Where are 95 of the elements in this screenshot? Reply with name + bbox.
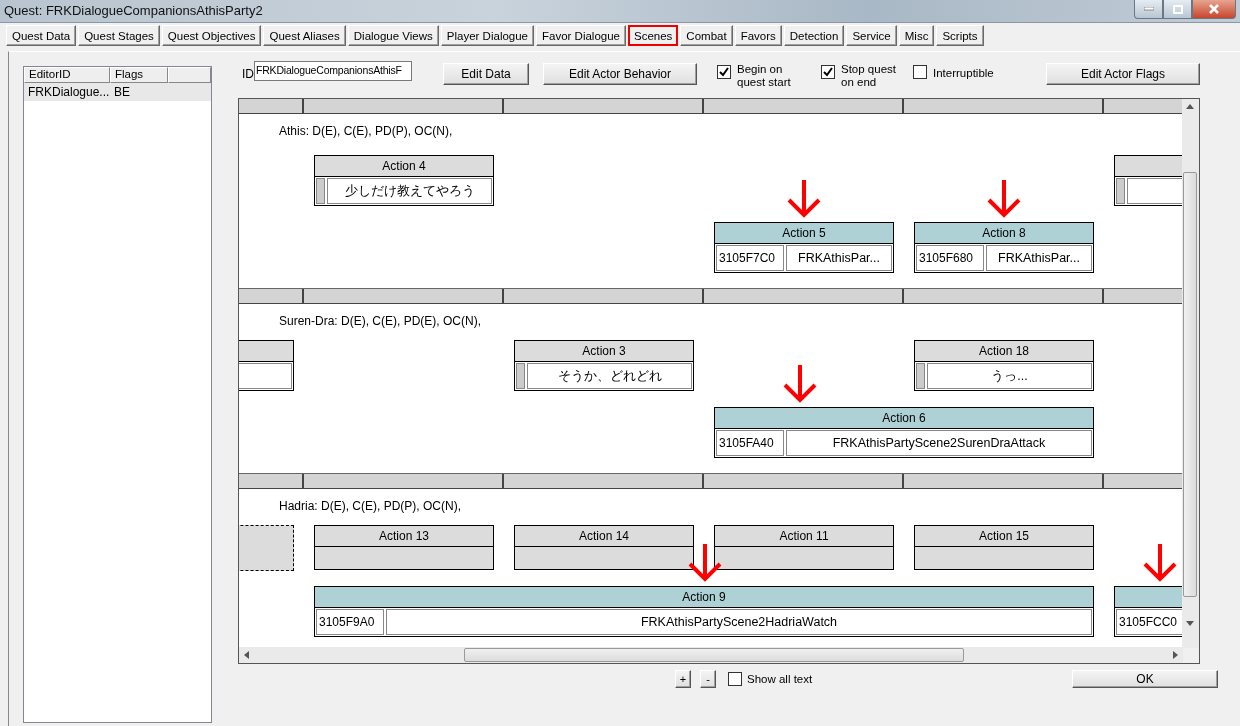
actor-label: Athis: D(E), C(E), PD(P), OC(N), (279, 124, 453, 138)
close-button[interactable] (1192, 0, 1236, 19)
checkbox[interactable] (728, 672, 742, 686)
action-block[interactable]: Action 6 3105FA40 FRKAthisPartyScene2SurenDraAttack (714, 407, 1094, 458)
tab[interactable]: Favor Dialogue (536, 25, 626, 46)
action-block[interactable]: Action 5 3105F7C0 FRKAthisPar... (714, 222, 894, 273)
id-field[interactable]: FRKDialogueCompanionsAthisF (254, 61, 412, 81)
action-block[interactable]: Action 9 3105F9A0 FRKAthisPartyScene2HadriaWatch (314, 586, 1094, 637)
drag-handle[interactable] (316, 178, 325, 204)
package-name: FRKAthisPar... (986, 245, 1092, 271)
down-arrow (1142, 542, 1178, 582)
edit-button[interactable]: Edit Data (443, 63, 529, 85)
action-block[interactable]: Action 13 (314, 525, 494, 570)
action-header: Action 9 (315, 587, 1093, 608)
form-id: 3105FCC0 (1116, 609, 1183, 635)
action-header: Action 6 (715, 408, 1093, 429)
tab[interactable]: Service (846, 25, 897, 46)
tab[interactable]: Quest Objectives (161, 25, 262, 46)
drag-handle[interactable] (916, 363, 925, 389)
down-arrow (986, 178, 1022, 218)
scroll-left-icon[interactable] (244, 651, 249, 659)
vertical-scrollbar[interactable] (1182, 99, 1199, 648)
maximize-button[interactable] (1163, 0, 1192, 19)
horizontal-scrollbar[interactable] (239, 647, 1183, 663)
action-header: Action 3 (515, 341, 693, 362)
action-header: Action 14 (515, 526, 693, 547)
action-header: Action 4 (315, 156, 493, 177)
actor-label: Suren-Dra: D(E), C(E), PD(E), OC(N), (279, 314, 481, 328)
checkbox[interactable] (717, 65, 731, 79)
action-header: Action 18 (915, 341, 1093, 362)
tab[interactable]: Scenes (628, 25, 679, 46)
scroll-down-icon[interactable] (1186, 621, 1194, 626)
id-label: ID (242, 67, 254, 81)
form-id: 3105F9A0 (316, 609, 384, 635)
form-id: 3105F680 (916, 245, 984, 271)
down-arrow (786, 178, 822, 218)
tab[interactable]: Quest Stages (78, 25, 160, 46)
package-name: FRKAthisPartyScene2SurenDraAttack (786, 430, 1092, 456)
minimize-button[interactable] (1134, 0, 1163, 19)
scroll-thumb[interactable] (1183, 172, 1197, 597)
checkbox[interactable] (821, 65, 835, 79)
list-row[interactable]: FRKDialogue... BE (24, 83, 211, 101)
action-block[interactable]: Action 4 少しだけ教えてやろう (314, 155, 494, 206)
tab[interactable]: Scripts (936, 25, 984, 46)
minimize-icon (1143, 7, 1154, 11)
option-label: Stop quest on end (841, 63, 897, 89)
tab[interactable]: Player Dialogue (440, 25, 534, 46)
down-arrow (687, 542, 723, 582)
tab[interactable]: Detection (783, 25, 845, 46)
action-block[interactable]: Action 18 うっ... (914, 340, 1094, 391)
zoom-button[interactable]: - (700, 670, 716, 688)
package-name: FRKAthisPar... (786, 245, 892, 271)
actor-label: Hadria: D(E), C(E), PD(P), OC(N), (279, 499, 461, 513)
form-id: 3105FA40 (716, 430, 784, 456)
drag-handle[interactable] (1116, 178, 1125, 204)
down-arrow (782, 363, 818, 403)
column-header[interactable]: Flags (110, 67, 168, 83)
scroll-up-icon[interactable] (1186, 104, 1194, 109)
edit-button[interactable]: Edit Actor Behavior (543, 63, 697, 85)
checkbox[interactable] (913, 65, 927, 79)
action-header: Action 15 (915, 526, 1093, 547)
tab[interactable]: Dialogue Views (347, 25, 439, 46)
form-id: 3105F7C0 (716, 245, 784, 271)
scroll-thumb[interactable] (464, 648, 964, 662)
option-label: Show all text (747, 673, 813, 685)
action-block[interactable]: Action 11 (714, 525, 894, 570)
scroll-right-icon[interactable] (1173, 651, 1178, 659)
scene-canvas[interactable] (238, 98, 1200, 664)
maximize-icon (1172, 4, 1183, 14)
drag-handle[interactable] (516, 363, 525, 389)
action-header: Action 13 (315, 526, 493, 547)
action-block[interactable]: Action 14 (514, 525, 694, 570)
action-block[interactable]: 3105FCC0 (1114, 586, 1183, 637)
tab[interactable]: Combat (680, 25, 733, 46)
table-cell-text: FRKDialogue... (27, 84, 110, 101)
close-icon (1208, 4, 1220, 14)
package-name: FRKAthisPartyScene2HadriaWatch (386, 609, 1092, 635)
tab[interactable]: Quest Aliases (263, 25, 346, 46)
action-header: Action 8 (915, 223, 1093, 244)
action-header: Action 11 (715, 526, 893, 547)
tab[interactable]: Quest Data (6, 25, 77, 46)
window-title: Quest: FRKDialogueCompanionsAthisParty2 (3, 2, 263, 18)
action-block[interactable]: Action 15 (914, 525, 1094, 570)
table-cell-text: BE (113, 84, 131, 101)
option-label: Begin on quest start (737, 63, 792, 89)
tab[interactable]: Misc (898, 25, 935, 46)
action-block[interactable]: Action 8 3105F680 FRKAthisPar... (914, 222, 1094, 273)
action-header: Action 5 (715, 223, 893, 244)
column-header[interactable]: EditorID (24, 67, 110, 83)
edit-actor-flags-button[interactable]: Edit Actor Flags (1046, 63, 1200, 85)
action-block[interactable]: Action 3 そうか、どれどれ (514, 340, 694, 391)
zoom-button[interactable]: + (675, 670, 691, 688)
tab[interactable]: Favors (734, 25, 782, 46)
ok-button[interactable]: OK (1072, 670, 1218, 688)
option-label: Interruptible (933, 67, 995, 80)
